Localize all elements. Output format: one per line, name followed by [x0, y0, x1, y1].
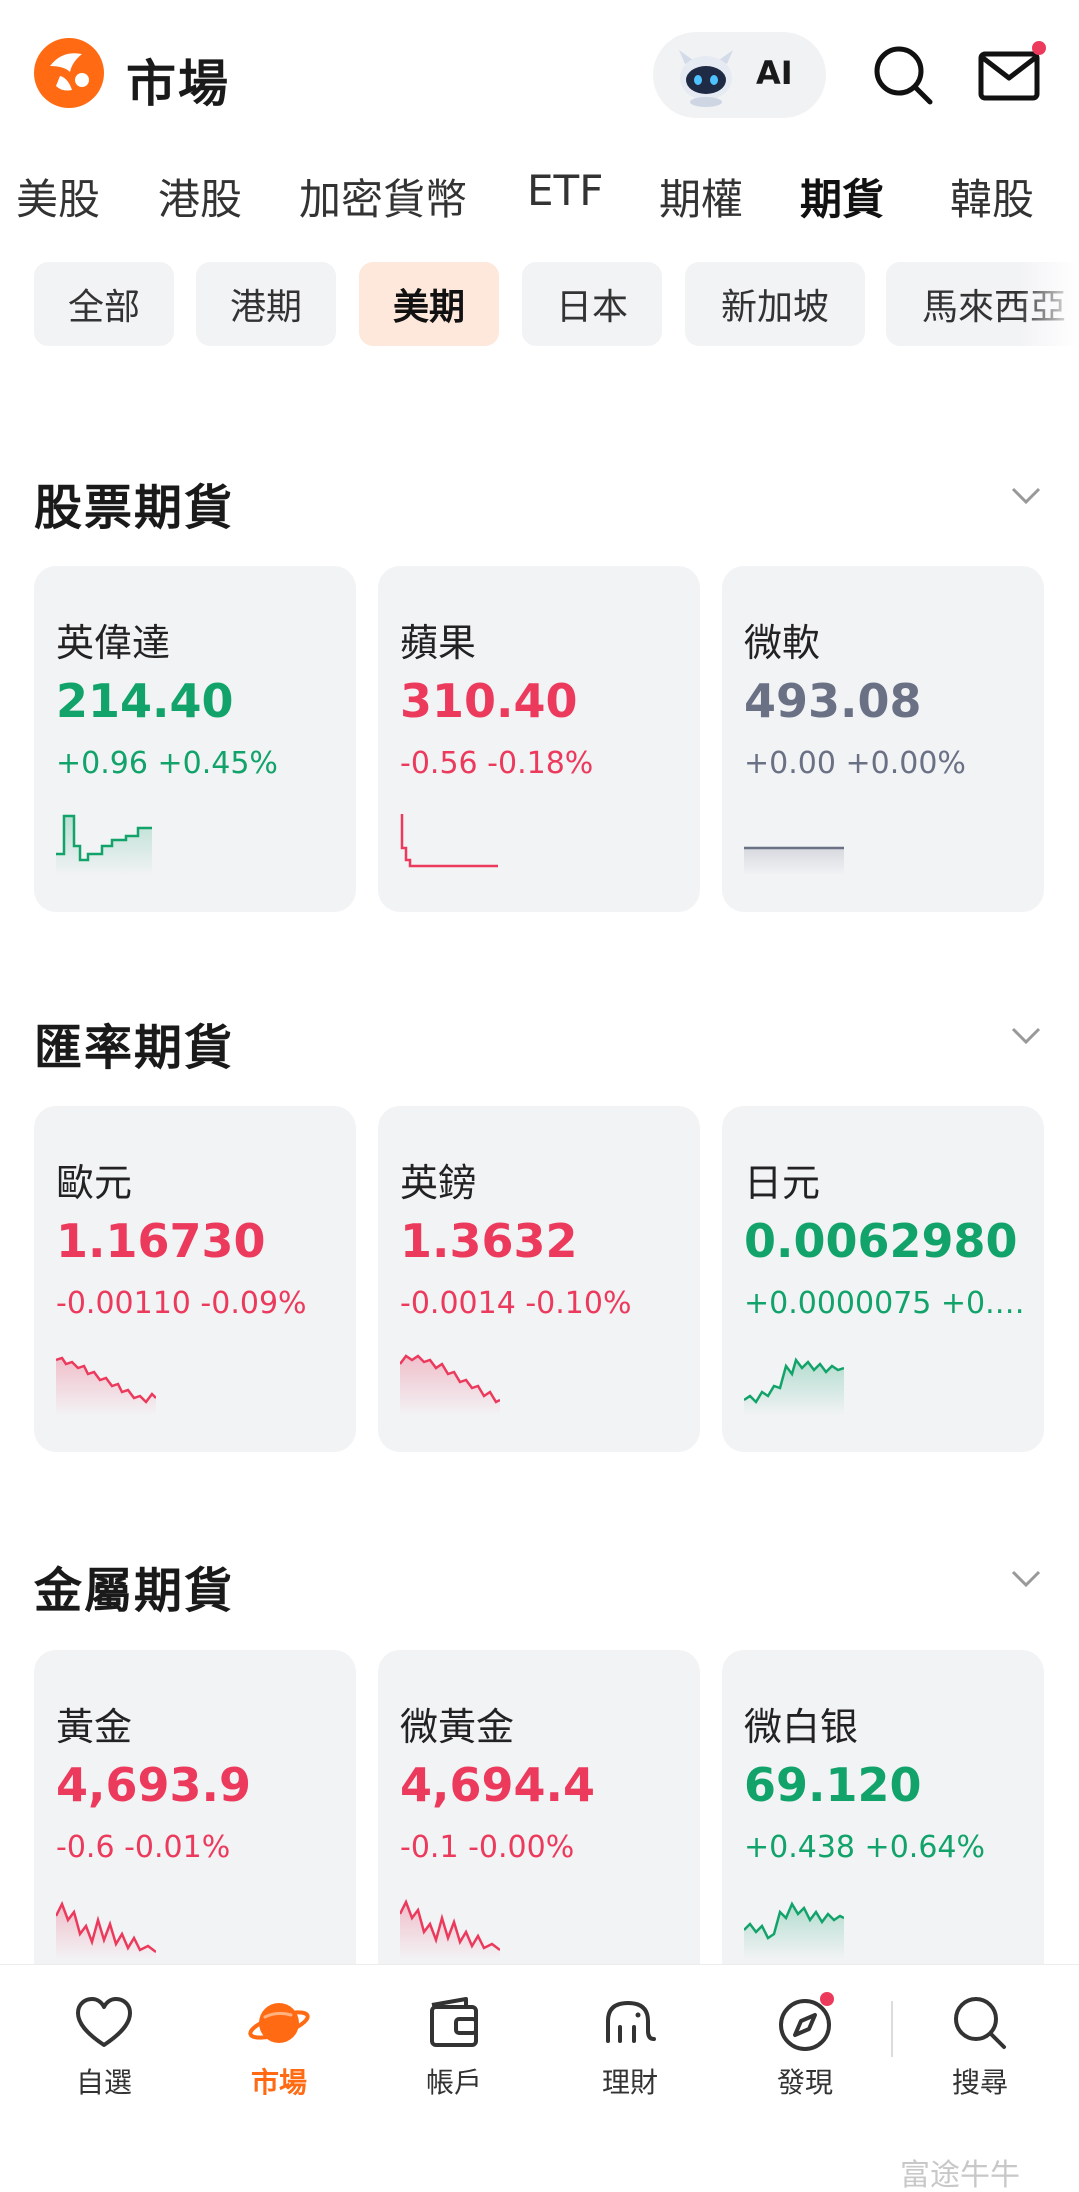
- sparkline-chart: [744, 1901, 844, 1960]
- sparkline-chart: [744, 846, 844, 876]
- card-name: 英偉達: [56, 621, 171, 665]
- compass-icon: [779, 1992, 834, 2051]
- section-title-stock-futures: 股票期貨: [34, 480, 235, 536]
- nav-account[interactable]: 帳戶: [394, 1991, 514, 2111]
- tab-etf[interactable]: ETF: [527, 166, 603, 215]
- app-watermark: 富途牛牛: [900, 2158, 1020, 2192]
- nav-label: 搜尋: [951, 2066, 1008, 2099]
- chip-all[interactable]: 全部: [34, 262, 174, 346]
- ai-label: AI: [756, 54, 793, 92]
- tab-futures[interactable]: 期貨: [800, 166, 884, 227]
- ai-assistant-button[interactable]: AI: [653, 32, 826, 118]
- nav-divider: [891, 2001, 893, 2057]
- tab-korea-stocks[interactable]: 韓股: [950, 166, 1034, 227]
- search-icon: [954, 1997, 1006, 2049]
- card-price: 4,694.4: [400, 1758, 595, 1812]
- card-price: 0.0062980: [744, 1214, 1018, 1268]
- tab-us-stocks[interactable]: 美股: [16, 166, 100, 227]
- card-name: 微黃金: [400, 1705, 515, 1749]
- chevron-down-icon[interactable]: [1010, 485, 1042, 507]
- card-change: -0.6 -0.01%: [56, 1830, 231, 1865]
- tab-crypto[interactable]: 加密貨幣: [299, 166, 467, 227]
- futures-card-gold[interactable]: 黃金 4,693.9 -0.6 -0.01%: [34, 1650, 356, 1996]
- sparkline-chart: [56, 1356, 156, 1416]
- nav-search[interactable]: 搜尋: [920, 1991, 1040, 2111]
- planet-icon: [248, 2003, 310, 2043]
- card-price: 493.08: [744, 674, 922, 728]
- chip-japan[interactable]: 日本: [522, 262, 662, 346]
- card-price: 1.3632: [400, 1214, 578, 1268]
- futu-logo-icon: [34, 38, 104, 108]
- tab-options[interactable]: 期權: [659, 166, 743, 227]
- card-change: -0.0014 -0.10%: [400, 1286, 632, 1321]
- app-header: 市場 AI: [0, 0, 1079, 150]
- elephant-icon: [606, 2001, 656, 2043]
- card-price: 214.40: [56, 674, 234, 728]
- region-filter-chips: 全部 港期 美期 日本 新加坡 馬來西亞: [0, 262, 1079, 348]
- card-name: 日元: [744, 1161, 821, 1205]
- card-price: 4,693.9: [56, 1758, 251, 1812]
- chevron-down-icon[interactable]: [1010, 1025, 1042, 1047]
- futures-card-microsoft[interactable]: 微軟 493.08 +0.00 +0.00%: [722, 566, 1044, 912]
- search-icon[interactable]: [868, 40, 938, 110]
- card-change: +0.0000075 +0.1…: [744, 1286, 1034, 1321]
- page-title: 市場: [126, 55, 230, 113]
- futures-card-nvidia[interactable]: 英偉達 214.40 +0.96 +0.45%: [34, 566, 356, 912]
- nav-label: 市場: [250, 2066, 307, 2099]
- futures-card-euro[interactable]: 歐元 1.16730 -0.00110 -0.09%: [34, 1106, 356, 1452]
- section-title-metal-futures: 金屬期貨: [34, 1563, 235, 1619]
- chip-singapore[interactable]: 新加坡: [685, 262, 865, 346]
- futures-card-yen[interactable]: 日元 0.0062980 +0.0000075 +0.1…: [722, 1106, 1044, 1452]
- sparkline-chart: [56, 1900, 156, 1960]
- mail-icon[interactable]: [977, 40, 1049, 110]
- sparkline-chart: [400, 1354, 500, 1416]
- card-change: -0.00110 -0.09%: [56, 1286, 307, 1321]
- chevron-down-icon[interactable]: [1010, 1568, 1042, 1590]
- card-price: 1.16730: [56, 1214, 266, 1268]
- card-name: 黃金: [56, 1705, 133, 1749]
- nav-label: 發現: [776, 2066, 833, 2099]
- section-title-fx-futures: 匯率期貨: [34, 1020, 235, 1076]
- card-change: +0.438 +0.64%: [744, 1830, 985, 1865]
- sparkline-chart: [744, 1357, 844, 1416]
- nav-discover[interactable]: 發現: [745, 1991, 865, 2111]
- nav-watchlist[interactable]: 自選: [44, 1991, 164, 2111]
- card-price: 310.40: [400, 674, 578, 728]
- chip-us-futures[interactable]: 美期: [359, 262, 499, 346]
- card-name: 英鎊: [400, 1161, 477, 1205]
- card-change: -0.56 -0.18%: [400, 746, 594, 781]
- sparkline-chart: [400, 1898, 500, 1960]
- card-price: 69.120: [744, 1758, 922, 1812]
- nav-label: 自選: [75, 2066, 132, 2099]
- card-name: 微軟: [744, 621, 821, 665]
- market-category-tabs: 美股 港股 加密貨幣 ETF 期權 期貨 韓股: [0, 160, 1079, 250]
- sparkline-chart: [400, 814, 498, 868]
- card-name: 蘋果: [400, 621, 477, 665]
- nav-label: 理財: [601, 2066, 658, 2099]
- chip-hk-futures[interactable]: 港期: [196, 262, 336, 346]
- card-name: 歐元: [56, 1161, 133, 1205]
- nav-wealth[interactable]: 理財: [570, 1991, 690, 2111]
- futures-card-micro-silver[interactable]: 微白银 69.120 +0.438 +0.64%: [722, 1650, 1044, 1996]
- card-change: +0.00 +0.00%: [744, 746, 966, 781]
- futures-card-pound[interactable]: 英鎊 1.3632 -0.0014 -0.10%: [378, 1106, 700, 1452]
- robot-icon: [679, 50, 733, 107]
- nav-label: 帳戶: [425, 2066, 482, 2099]
- futures-card-apple[interactable]: 蘋果 310.40 -0.56 -0.18%: [378, 566, 700, 912]
- wallet-icon: [430, 1997, 478, 2047]
- sparkline-chart: [56, 814, 152, 876]
- tab-hk-stocks[interactable]: 港股: [158, 166, 242, 227]
- card-change: +0.96 +0.45%: [56, 746, 278, 781]
- chips-fade-overlay: [1019, 262, 1079, 348]
- card-name: 微白银: [744, 1705, 859, 1749]
- heart-icon: [76, 1997, 132, 2047]
- futures-card-micro-gold[interactable]: 微黃金 4,694.4 -0.1 -0.00%: [378, 1650, 700, 1996]
- nav-market[interactable]: 市場: [219, 1991, 339, 2111]
- card-change: -0.1 -0.00%: [400, 1830, 575, 1865]
